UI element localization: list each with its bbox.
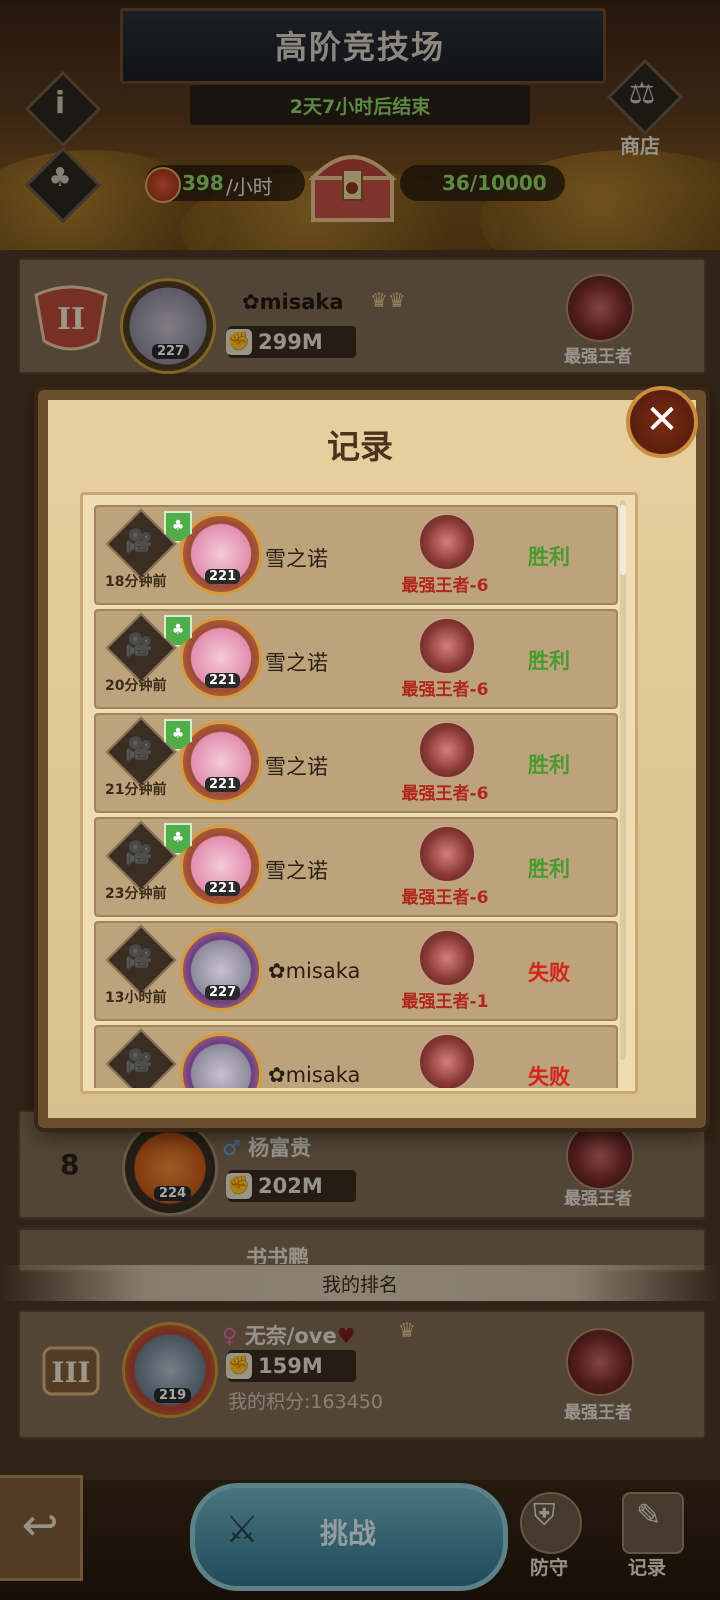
match-result: 失败 xyxy=(528,1065,570,1088)
record-card-group: 🎥 ✿misaka 失败 xyxy=(0,0,720,1088)
tier-emblem-icon xyxy=(418,1033,476,1088)
video-camera-icon: 🎥 xyxy=(125,1049,153,1074)
opponent-name: ✿misaka xyxy=(268,1063,361,1087)
